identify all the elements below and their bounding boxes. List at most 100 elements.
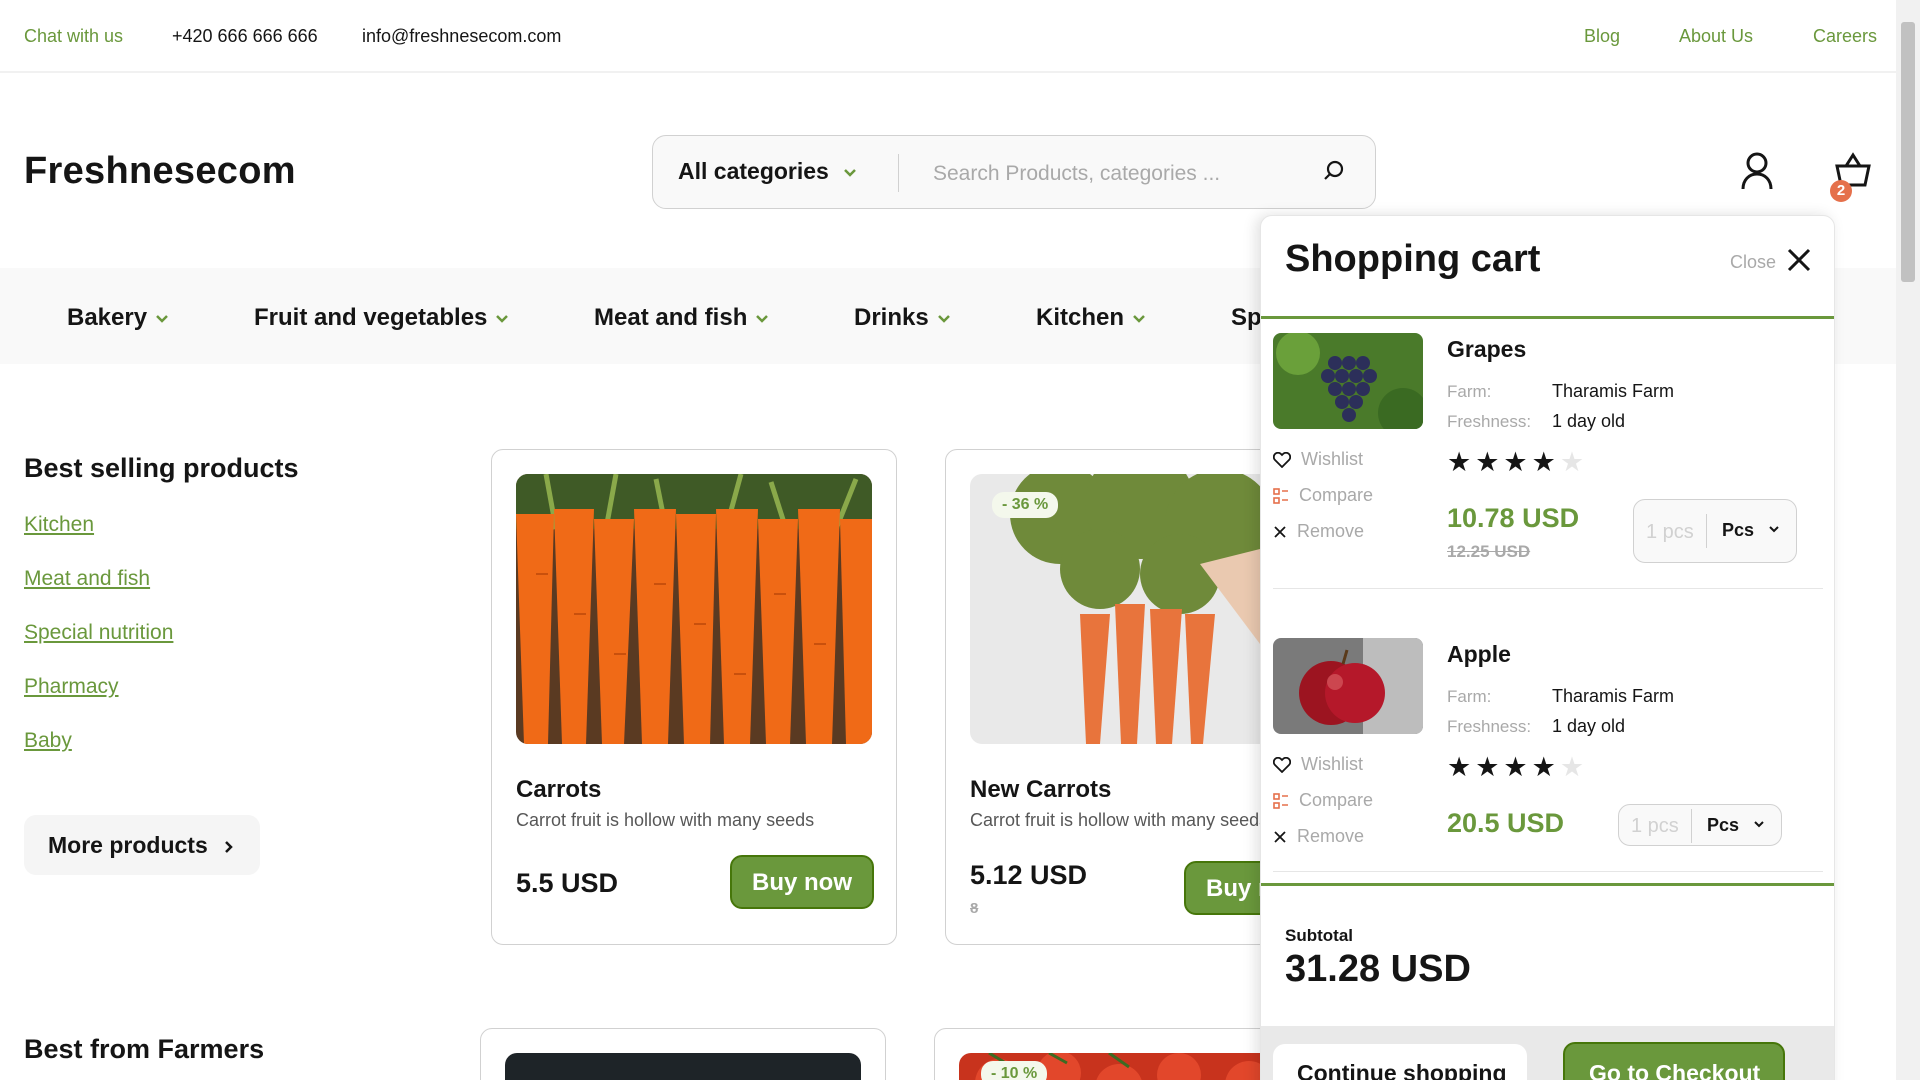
star-icon: ★★★★ (1447, 447, 1560, 477)
best-from-farmers-title: Best from Farmers (24, 1034, 265, 1064)
chevron-down-icon (1133, 315, 1145, 323)
page-scrollbar[interactable] (1896, 0, 1920, 1080)
discount-badge: - 10 % (981, 1061, 1048, 1080)
product-price: 5.12 USD (970, 860, 1088, 890)
subtotal-value: 31.28 USD (1285, 948, 1471, 990)
cart-title: Shopping cart (1285, 238, 1541, 280)
farmer-product-card[interactable] (480, 1028, 886, 1080)
quantity-selector[interactable]: 1 pcs Pcs (1633, 499, 1797, 563)
rating-stars: ★★★★★ (1447, 447, 1588, 478)
search-input[interactable]: Search Products, categories ... (933, 162, 1220, 186)
nav-item-bakery[interactable]: Bakery (67, 304, 169, 332)
top-bar: Chat with us +420 666 666 666 info@fresh… (0, 0, 1896, 73)
freshness-value: 1 day old (1552, 716, 1626, 736)
nav-item-kitchen[interactable]: Kitchen (1036, 304, 1146, 332)
product-card-carrots[interactable]: Carrots Carrot fruit is hollow with many… (491, 449, 897, 945)
nav-item-meat-and-fish[interactable]: Meat and fish (594, 304, 769, 332)
scrollbar-thumb[interactable] (1901, 22, 1915, 282)
freshness-value: 1 day old (1552, 411, 1626, 431)
unit-select[interactable]: Pcs (1707, 815, 1739, 836)
cart-count-badge: 2 (1830, 180, 1852, 202)
chevron-down-icon (156, 315, 168, 323)
cart-item-name[interactable]: Apple (1447, 641, 1511, 668)
discount-badge: - 36 % (992, 492, 1059, 518)
nav-label: Meat and fish (594, 304, 748, 331)
logo[interactable]: Freshnesecom (24, 150, 296, 193)
category-dropdown[interactable]: All categories (678, 158, 857, 185)
compare-button[interactable]: Compare (1273, 790, 1373, 811)
sidebar-link-meat-and-fish[interactable]: Meat and fish (24, 567, 150, 591)
chevron-right-icon (225, 841, 233, 853)
cart-item-image-apple[interactable] (1273, 638, 1423, 734)
search-divider (898, 154, 899, 192)
product-name[interactable]: Carrots (516, 776, 601, 804)
go-to-checkout-button[interactable]: Go to Checkout (1563, 1042, 1785, 1080)
chevron-down-icon (937, 315, 950, 323)
star-empty-icon: ★ (1559, 447, 1589, 477)
blog-link[interactable]: Blog (1584, 26, 1620, 47)
close-label[interactable]: Close (1730, 252, 1776, 273)
sidebar-link-kitchen[interactable]: Kitchen (24, 513, 94, 537)
star-empty-icon: ★ (1559, 752, 1589, 782)
sidebar-link-baby[interactable]: Baby (24, 729, 72, 753)
chat-link[interactable]: Chat with us (24, 26, 123, 47)
nav-item-sp[interactable]: Sp (1231, 304, 1262, 332)
continue-shopping-button[interactable]: Continue shopping (1273, 1044, 1527, 1080)
remove-button[interactable]: Remove (1273, 521, 1364, 542)
compare-label: Compare (1299, 485, 1374, 505)
wishlist-button[interactable]: Wishlist (1272, 449, 1363, 470)
farm-label: Farm: (1447, 382, 1492, 401)
buy-now-button[interactable]: Buy now (730, 855, 874, 909)
product-price: 5.5 USD (516, 868, 619, 898)
cart-item-divider (1273, 871, 1823, 872)
careers-link[interactable]: Careers (1813, 26, 1877, 47)
wishlist-label: Wishlist (1301, 449, 1363, 469)
cart-item-image-grapes[interactable] (1273, 333, 1423, 429)
compare-icon (1273, 488, 1288, 505)
product-name[interactable]: New Carrots (970, 776, 1111, 804)
remove-button[interactable]: Remove (1273, 826, 1364, 847)
sidebar-link-special-nutrition[interactable]: Special nutrition (24, 621, 173, 645)
more-products-label: More products (48, 832, 208, 858)
cart-divider (1261, 316, 1834, 319)
unit-select[interactable]: Pcs (1722, 520, 1754, 541)
cart-item-price: 20.5 USD (1447, 808, 1565, 838)
farm-value: Tharamis Farm (1552, 381, 1675, 401)
rating-stars: ★★★★★ (1447, 752, 1588, 783)
sidebar-link-pharmacy[interactable]: Pharmacy (24, 675, 119, 699)
remove-icon (1274, 526, 1286, 538)
remove-label: Remove (1297, 521, 1365, 541)
heart-icon (1272, 452, 1292, 469)
farmer-product-image (505, 1053, 861, 1080)
nav-item-drinks[interactable]: Drinks (854, 304, 951, 332)
phone-link[interactable]: +420 666 666 666 (172, 26, 318, 47)
quantity-selector[interactable]: 1 pcs Pcs (1618, 804, 1782, 846)
remove-label: Remove (1297, 826, 1365, 846)
search-icon[interactable] (1323, 160, 1345, 182)
chevron-down-icon[interactable] (1768, 525, 1780, 533)
email-link[interactable]: info@freshnesecom.com (362, 26, 561, 47)
nav-item-fruit-and-vegetables[interactable]: Fruit and vegetables (254, 304, 509, 332)
about-us-link[interactable]: About Us (1679, 26, 1753, 47)
chevron-down-icon[interactable] (1753, 820, 1765, 828)
compare-button[interactable]: Compare (1273, 485, 1373, 506)
product-description: Carrot fruit is hollow with many seeds (970, 810, 1269, 830)
quantity-input[interactable]: 1 pcs (1646, 521, 1694, 544)
nav-label: Drinks (854, 304, 929, 331)
wishlist-label: Wishlist (1301, 754, 1363, 774)
shopping-cart-panel: Shopping cart Close Grapes Farm: Tharami… (1260, 215, 1835, 1080)
quantity-divider (1691, 809, 1692, 843)
compare-icon (1273, 793, 1288, 810)
star-icon: ★★★★ (1447, 752, 1560, 782)
cart-item-name[interactable]: Grapes (1447, 336, 1526, 363)
user-icon[interactable] (1740, 152, 1774, 190)
wishlist-button[interactable]: Wishlist (1272, 754, 1363, 775)
product-image-carrots (516, 474, 872, 744)
more-products-button[interactable]: More products (24, 815, 260, 875)
close-icon[interactable] (1785, 246, 1813, 274)
cart-item-old-price: 12.25 USD (1447, 542, 1531, 561)
cart-item-divider (1273, 588, 1823, 589)
quantity-input[interactable]: 1 pcs (1631, 815, 1679, 838)
cart-divider (1261, 883, 1834, 886)
product-description: Carrot fruit is hollow with many seeds (516, 810, 815, 830)
